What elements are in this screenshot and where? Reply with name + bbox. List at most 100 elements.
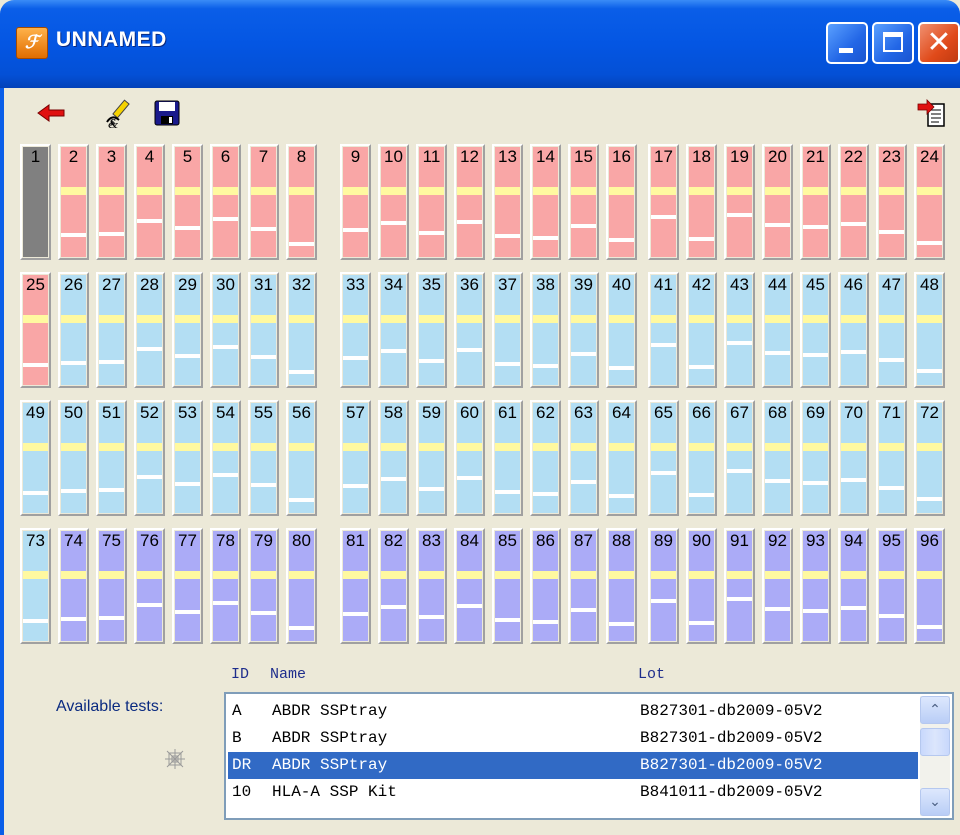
well-91[interactable]: 91 [724, 528, 755, 644]
available-tests-list[interactable]: A ABDR SSPtray B827301-db2009-05V2 B ABDR SS… [224, 692, 954, 820]
test-row[interactable]: DR ABDR SSPtray B827301-db2009-05V2 [228, 752, 918, 779]
well-49[interactable]: 49 [20, 400, 51, 516]
well-38[interactable]: 38 [530, 272, 561, 388]
well-77[interactable]: 77 [172, 528, 203, 644]
well-67[interactable]: 67 [724, 400, 755, 516]
well-68[interactable]: 68 [762, 400, 793, 516]
well-79[interactable]: 79 [248, 528, 279, 644]
well-72[interactable]: 72 [914, 400, 945, 516]
clear-button[interactable]: & [104, 96, 138, 131]
well-76[interactable]: 76 [134, 528, 165, 644]
maximize-button[interactable] [872, 22, 914, 64]
well-60[interactable]: 60 [454, 400, 485, 516]
well-83[interactable]: 83 [416, 528, 447, 644]
well-96[interactable]: 96 [914, 528, 945, 644]
well-84[interactable]: 84 [454, 528, 485, 644]
well-39[interactable]: 39 [568, 272, 599, 388]
well-63[interactable]: 63 [568, 400, 599, 516]
scroll-down-button[interactable]: ⌄ [920, 788, 950, 816]
well-25[interactable]: 25 [20, 272, 51, 388]
well-1[interactable]: 1 [20, 144, 51, 260]
well-28[interactable]: 28 [134, 272, 165, 388]
well-78[interactable]: 78 [210, 528, 241, 644]
well-94[interactable]: 94 [838, 528, 869, 644]
test-row[interactable]: B ABDR SSPtray B827301-db2009-05V2 [228, 725, 918, 752]
well-8[interactable]: 8 [286, 144, 317, 260]
well-7[interactable]: 7 [248, 144, 279, 260]
well-90[interactable]: 90 [686, 528, 717, 644]
well-54[interactable]: 54 [210, 400, 241, 516]
test-row[interactable]: 10 HLA-A SSP Kit B841011-db2009-05V2 [228, 779, 918, 806]
well-16[interactable]: 16 [606, 144, 637, 260]
well-57[interactable]: 57 [340, 400, 371, 516]
well-92[interactable]: 92 [762, 528, 793, 644]
well-11[interactable]: 11 [416, 144, 447, 260]
well-2[interactable]: 2 [58, 144, 89, 260]
export-button[interactable] [914, 96, 948, 130]
well-62[interactable]: 62 [530, 400, 561, 516]
well-81[interactable]: 81 [340, 528, 371, 644]
well-22[interactable]: 22 [838, 144, 869, 260]
well-65[interactable]: 65 [648, 400, 679, 516]
well-37[interactable]: 37 [492, 272, 523, 388]
well-23[interactable]: 23 [876, 144, 907, 260]
well-41[interactable]: 41 [648, 272, 679, 388]
well-33[interactable]: 33 [340, 272, 371, 388]
well-53[interactable]: 53 [172, 400, 203, 516]
well-35[interactable]: 35 [416, 272, 447, 388]
well-31[interactable]: 31 [248, 272, 279, 388]
well-43[interactable]: 43 [724, 272, 755, 388]
well-19[interactable]: 19 [724, 144, 755, 260]
column-id-header[interactable]: ID [231, 666, 249, 683]
save-button[interactable] [150, 96, 184, 130]
well-9[interactable]: 9 [340, 144, 371, 260]
well-87[interactable]: 87 [568, 528, 599, 644]
well-26[interactable]: 26 [58, 272, 89, 388]
well-86[interactable]: 86 [530, 528, 561, 644]
well-61[interactable]: 61 [492, 400, 523, 516]
well-20[interactable]: 20 [762, 144, 793, 260]
well-85[interactable]: 85 [492, 528, 523, 644]
well-6[interactable]: 6 [210, 144, 241, 260]
well-32[interactable]: 32 [286, 272, 317, 388]
close-button[interactable]: ✕ [918, 22, 960, 64]
well-47[interactable]: 47 [876, 272, 907, 388]
well-15[interactable]: 15 [568, 144, 599, 260]
well-30[interactable]: 30 [210, 272, 241, 388]
well-12[interactable]: 12 [454, 144, 485, 260]
well-59[interactable]: 59 [416, 400, 447, 516]
well-50[interactable]: 50 [58, 400, 89, 516]
well-82[interactable]: 82 [378, 528, 409, 644]
well-74[interactable]: 74 [58, 528, 89, 644]
well-5[interactable]: 5 [172, 144, 203, 260]
tests-scrollbar[interactable]: ⌃ ⌄ [920, 696, 950, 816]
well-51[interactable]: 51 [96, 400, 127, 516]
well-3[interactable]: 3 [96, 144, 127, 260]
well-29[interactable]: 29 [172, 272, 203, 388]
well-95[interactable]: 95 [876, 528, 907, 644]
column-name-header[interactable]: Name [270, 666, 306, 683]
well-71[interactable]: 71 [876, 400, 907, 516]
test-row[interactable]: A ABDR SSPtray B827301-db2009-05V2 [228, 698, 918, 725]
well-56[interactable]: 56 [286, 400, 317, 516]
column-lot-header[interactable]: Lot [638, 666, 665, 683]
well-89[interactable]: 89 [648, 528, 679, 644]
well-44[interactable]: 44 [762, 272, 793, 388]
spider-web-icon[interactable] [164, 748, 186, 770]
well-64[interactable]: 64 [606, 400, 637, 516]
well-88[interactable]: 88 [606, 528, 637, 644]
well-45[interactable]: 45 [800, 272, 831, 388]
well-34[interactable]: 34 [378, 272, 409, 388]
well-36[interactable]: 36 [454, 272, 485, 388]
well-18[interactable]: 18 [686, 144, 717, 260]
well-42[interactable]: 42 [686, 272, 717, 388]
well-69[interactable]: 69 [800, 400, 831, 516]
well-93[interactable]: 93 [800, 528, 831, 644]
well-17[interactable]: 17 [648, 144, 679, 260]
well-48[interactable]: 48 [914, 272, 945, 388]
well-58[interactable]: 58 [378, 400, 409, 516]
well-66[interactable]: 66 [686, 400, 717, 516]
well-70[interactable]: 70 [838, 400, 869, 516]
well-10[interactable]: 10 [378, 144, 409, 260]
well-27[interactable]: 27 [96, 272, 127, 388]
